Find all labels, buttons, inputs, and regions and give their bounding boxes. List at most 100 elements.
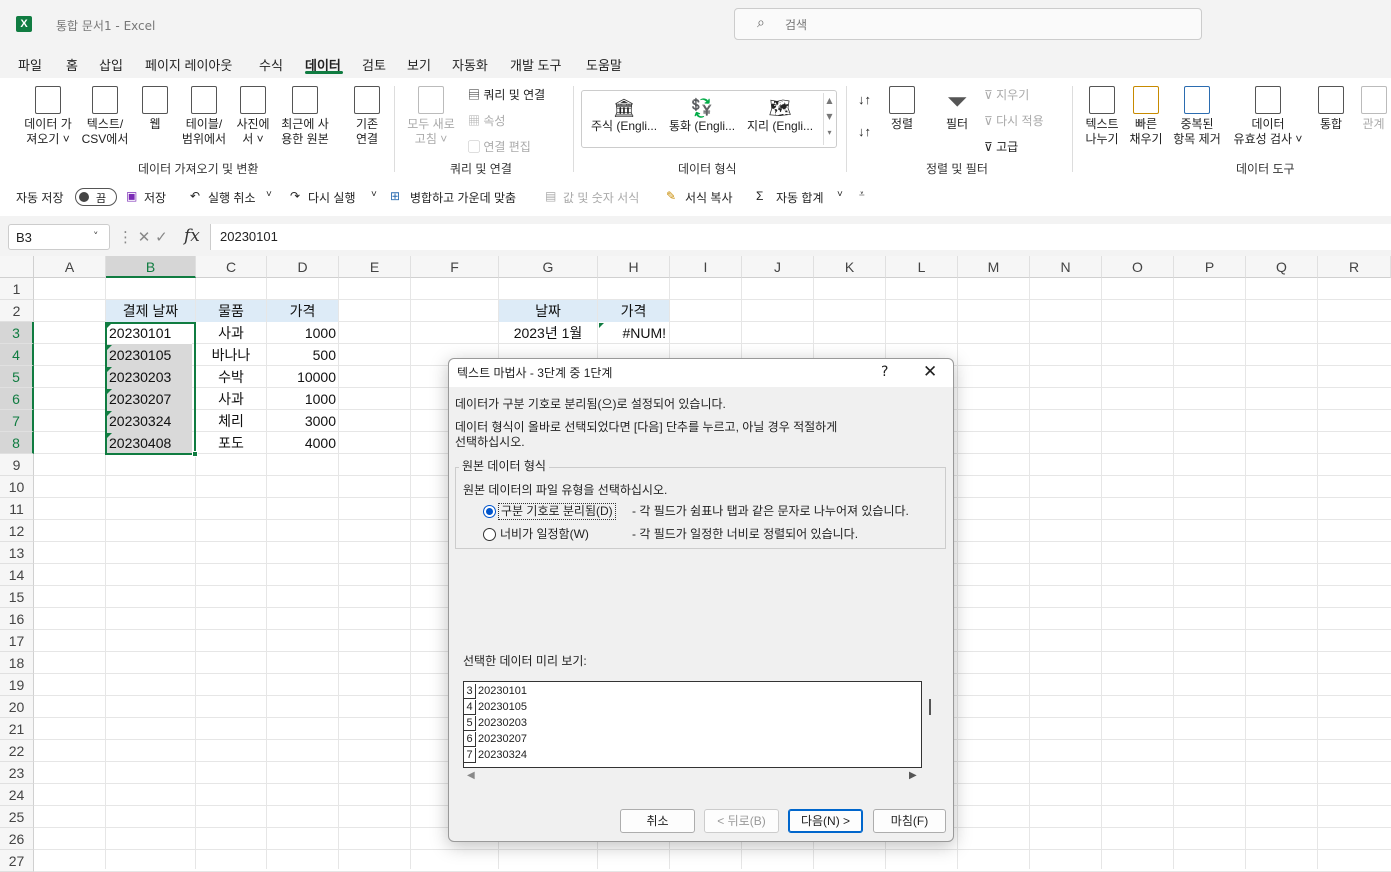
autosum-dropdown-icon[interactable]: ˅ (837, 189, 843, 200)
row-header[interactable]: 26 (0, 828, 34, 850)
edit-links-button[interactable]: ▢ 연결 편집 (468, 138, 531, 155)
row-header[interactable]: 23 (0, 762, 34, 784)
sort-ascending-icon[interactable]: ↓↑ (858, 92, 871, 107)
column-header[interactable]: P (1174, 256, 1246, 278)
tab-page-layout[interactable]: 페이지 레이아웃 (145, 55, 232, 74)
sort-descending-icon[interactable]: ↓↑ (858, 124, 871, 139)
cell-g3[interactable]: 2023년 1월 (499, 322, 597, 344)
existing-connections-button[interactable]: 기존 연결 (348, 86, 386, 147)
price-cell[interactable]: 3000 (267, 410, 336, 432)
row-header[interactable]: 17 (0, 630, 34, 652)
tab-formulas[interactable]: 수식 (259, 55, 283, 74)
column-header[interactable]: H (598, 256, 670, 278)
close-icon[interactable]: ✕ (923, 362, 937, 382)
row-header[interactable]: 15 (0, 586, 34, 608)
row-header[interactable]: 25 (0, 806, 34, 828)
remove-duplicates-button[interactable]: 중복된 항목 제거 (1168, 86, 1226, 147)
scroll-right-icon[interactable]: ▶ (909, 770, 917, 781)
formula-input[interactable]: 20230101 (210, 224, 1391, 250)
column-header[interactable]: C (196, 256, 267, 278)
column-header[interactable]: L (886, 256, 958, 278)
preview-horizontal-scrollbar[interactable]: ◀ ▶ (463, 768, 922, 788)
item-cell[interactable]: 수박 (196, 366, 266, 388)
text-csv-button[interactable]: 텍스트/ CSV에서 (78, 86, 132, 147)
tab-insert[interactable]: 삽입 (99, 55, 123, 74)
column-header[interactable]: I (670, 256, 742, 278)
tab-review[interactable]: 검토 (362, 55, 386, 74)
stocks-button[interactable]: 🏛 주식 (Engli... (588, 97, 660, 134)
undo-button[interactable]: 실행 취소 (208, 189, 256, 206)
column-header[interactable]: M (958, 256, 1030, 278)
item-cell[interactable]: 사과 (196, 388, 266, 410)
tab-help[interactable]: 도움말 (586, 55, 622, 74)
item-cell[interactable]: 포도 (196, 432, 266, 454)
item-cell[interactable]: 바나나 (196, 344, 266, 366)
price-cell[interactable]: 500 (267, 344, 336, 366)
autosum-button[interactable]: 자동 합계 (776, 189, 824, 206)
recent-sources-button[interactable]: 최근에 사 용한 원본 (276, 86, 334, 147)
back-button[interactable]: < 뒤로(B) (704, 809, 779, 833)
column-header[interactable]: D (267, 256, 339, 278)
header-cell-date2[interactable]: 날짜 (499, 300, 597, 322)
select-all-corner[interactable] (0, 256, 34, 278)
tab-file[interactable]: 파일 (18, 55, 42, 74)
tab-automate[interactable]: 자동화 (452, 55, 488, 74)
help-icon[interactable]: ? (881, 364, 888, 380)
name-box[interactable]: B3 ˅ (8, 224, 110, 250)
column-header[interactable]: R (1318, 256, 1391, 278)
column-header[interactable]: N (1030, 256, 1102, 278)
currency-button[interactable]: 💱 통화 (Engli... (666, 97, 738, 134)
row-header[interactable]: 1 (0, 278, 34, 300)
column-header[interactable]: F (411, 256, 499, 278)
enter-icon[interactable]: ✓ (155, 228, 168, 246)
finish-button[interactable]: 마침(F) (873, 809, 946, 833)
row-header[interactable]: 21 (0, 718, 34, 740)
geography-button[interactable]: 🗺 지리 (Engli... (744, 97, 816, 134)
flash-fill-button[interactable]: 빠른 채우기 (1126, 86, 1166, 147)
sort-button[interactable]: 정렬 (884, 86, 920, 132)
row-header[interactable]: 7 (0, 410, 34, 432)
data-preview[interactable]: 3 20230101 4 20230105 5 20230203 6 20230207 7 202… (463, 681, 922, 768)
redo-dropdown-icon[interactable]: ˅ (371, 189, 377, 200)
header-cell-date[interactable]: 결제 날짜 (106, 300, 195, 322)
header-cell-price2[interactable]: 가격 (598, 300, 669, 322)
row-header[interactable]: 5 (0, 366, 34, 388)
price-cell[interactable]: 1000 (267, 388, 336, 410)
from-picture-button[interactable]: 사진에 서 ˅ (232, 86, 274, 147)
insert-function-icon[interactable]: fx (184, 226, 200, 246)
queries-connections-button[interactable]: ▤ 쿼리 및 연결 (468, 86, 545, 103)
row-header[interactable]: 24 (0, 784, 34, 806)
row-header[interactable]: 6 (0, 388, 34, 410)
tab-developer[interactable]: 개발 도구 (510, 55, 561, 74)
gallery-scroll[interactable]: ▲ ▼ ▾ (823, 93, 835, 145)
clear-filter-button[interactable]: ⊽ 지우기 (984, 86, 1029, 103)
delimited-radio-label[interactable]: 구분 기호로 분리됨(D) (498, 503, 616, 520)
column-header[interactable]: Q (1246, 256, 1318, 278)
column-header[interactable]: E (339, 256, 411, 278)
delimited-radio[interactable] (483, 505, 496, 518)
fixed-width-radio-label[interactable]: 너비가 일정함(W) (500, 527, 589, 542)
row-header[interactable]: 20 (0, 696, 34, 718)
row-header[interactable]: 19 (0, 674, 34, 696)
preview-vertical-scroll-thumb[interactable] (929, 699, 931, 715)
undo-dropdown-icon[interactable]: ˅ (266, 189, 272, 200)
row-header[interactable]: 13 (0, 542, 34, 564)
tab-home[interactable]: 홈 (66, 55, 78, 74)
row-header[interactable]: 8 (0, 432, 34, 454)
refresh-all-button[interactable]: 모두 새로 고침 ˅ (400, 86, 462, 147)
column-header[interactable]: O (1102, 256, 1174, 278)
cell-h3-error[interactable]: #NUM! (598, 322, 666, 344)
column-header[interactable]: K (814, 256, 886, 278)
price-cell[interactable]: 1000 (267, 322, 336, 344)
fill-handle[interactable] (192, 451, 198, 457)
row-header[interactable]: 18 (0, 652, 34, 674)
reapply-button[interactable]: ⊽ 다시 적용 (984, 112, 1044, 129)
format-painter-button[interactable]: 서식 복사 (685, 189, 733, 206)
consolidate-button[interactable]: 통합 (1312, 86, 1350, 132)
web-button[interactable]: 웹 (138, 86, 172, 132)
autosave-toggle[interactable]: 끔 (75, 188, 117, 206)
price-cell[interactable]: 4000 (267, 432, 336, 454)
relationships-button[interactable]: 관계 (1356, 86, 1391, 132)
header-cell-item[interactable]: 물품 (196, 300, 266, 322)
save-button[interactable]: 저장 (144, 189, 166, 206)
